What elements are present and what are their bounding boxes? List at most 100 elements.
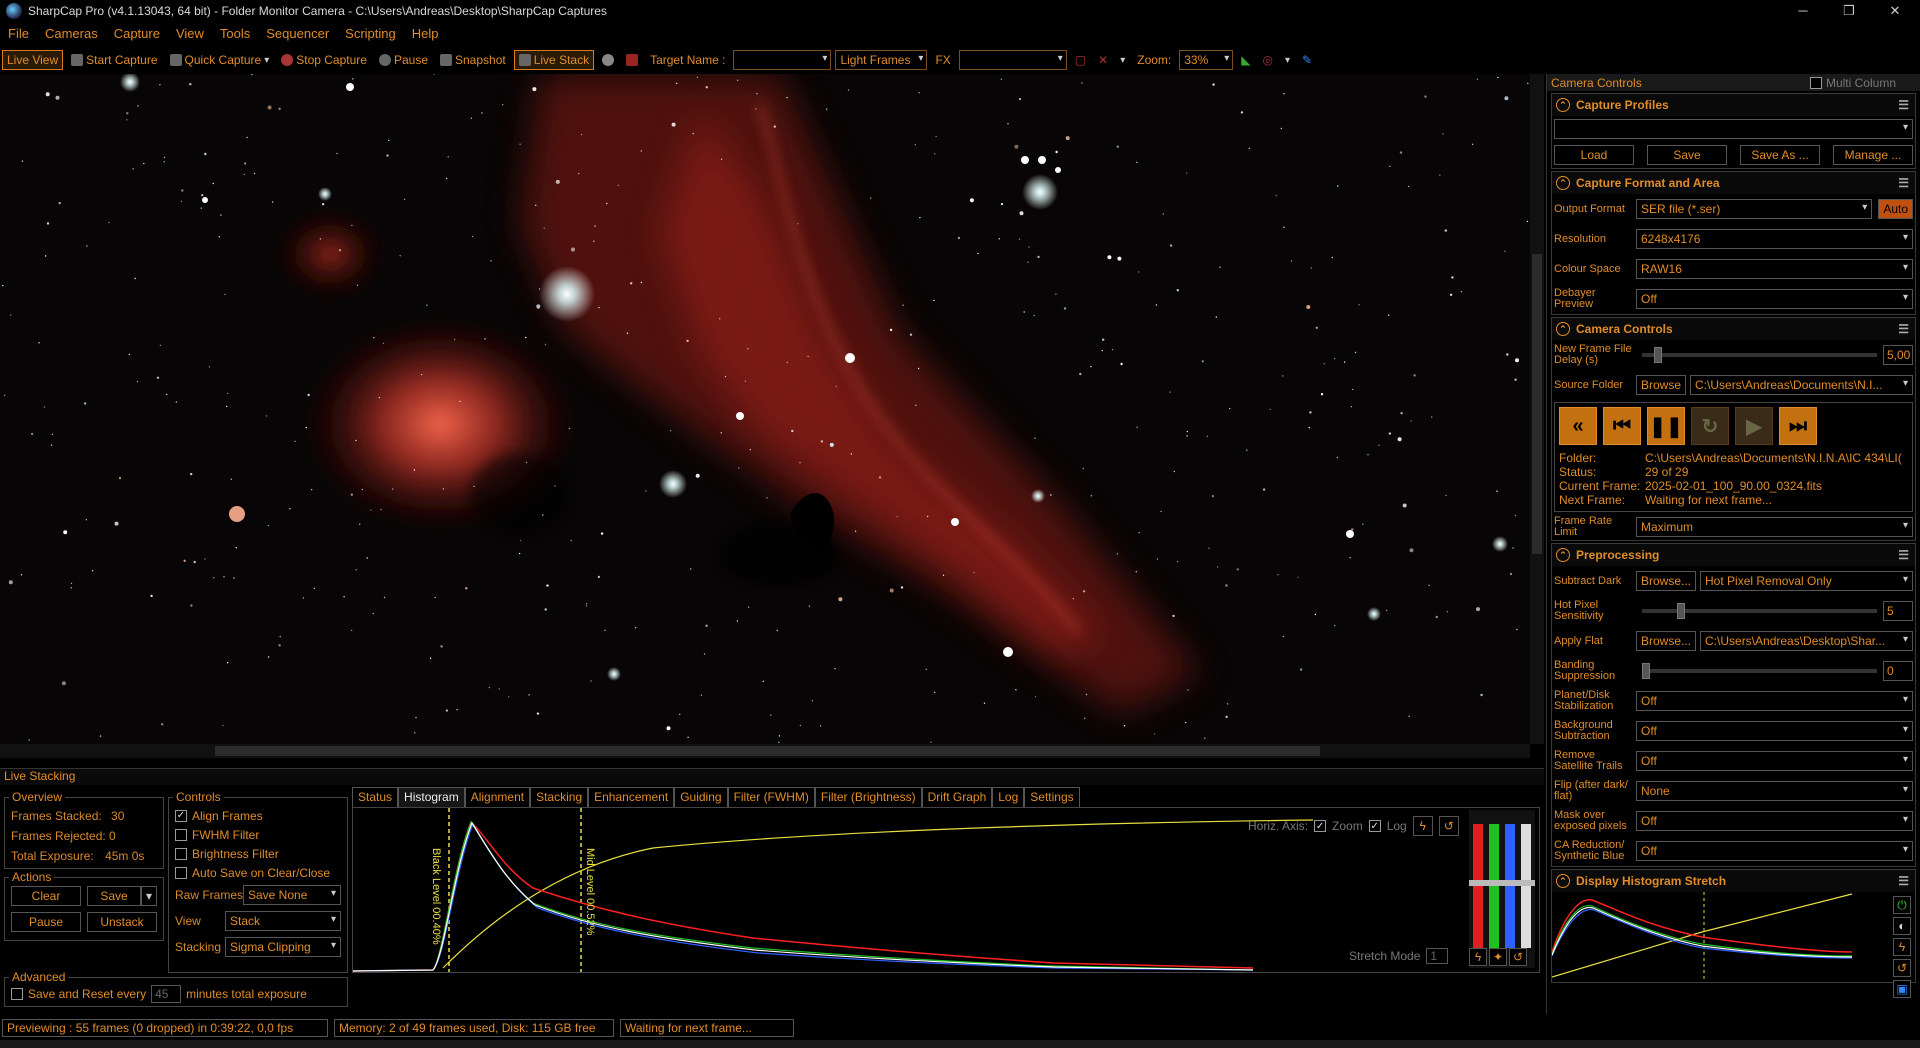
tab-filter-fwhm[interactable]: Filter (FWHM) xyxy=(727,787,815,807)
contrast-icon[interactable]: ◐ xyxy=(1893,917,1911,935)
save-icon[interactable]: ▣ xyxy=(1893,980,1911,998)
debayer-select[interactable]: Off xyxy=(1636,289,1913,309)
multi-column-toggle[interactable]: Multi Column xyxy=(1809,76,1896,90)
collapse-icon[interactable]: ⌃ xyxy=(1556,176,1570,190)
tab-drift-graph[interactable]: Drift Graph xyxy=(921,787,993,807)
level-sliders[interactable] xyxy=(1469,810,1535,968)
lightning-icon[interactable]: ϟ xyxy=(1893,938,1911,956)
green-level-bar[interactable] xyxy=(1489,824,1499,948)
source-folder-select[interactable]: C:\Users\Andreas\Documents\N.I... xyxy=(1690,375,1913,395)
menu-scripting[interactable]: Scripting xyxy=(337,26,404,41)
align-frames-checkbox[interactable]: ✓ xyxy=(175,809,187,822)
save-stack-button[interactable]: Save xyxy=(87,886,141,906)
lightning-icon[interactable]: ϟ xyxy=(1469,948,1487,966)
delay-value[interactable]: 5,00 xyxy=(1883,345,1913,365)
stacking-select[interactable]: Sigma Clipping xyxy=(225,937,341,957)
menu-sequencer[interactable]: Sequencer xyxy=(258,26,337,41)
banding-value[interactable]: 0 xyxy=(1883,661,1913,681)
collapse-icon[interactable]: ⌃ xyxy=(1556,874,1570,888)
level-handle[interactable] xyxy=(1469,880,1535,886)
profile-select[interactable] xyxy=(1554,119,1913,139)
tab-settings[interactable]: Settings xyxy=(1024,787,1080,807)
frame-rate-select[interactable]: Maximum xyxy=(1636,517,1913,537)
multi-column-checkbox[interactable] xyxy=(1809,76,1822,89)
menu-help[interactable]: Help xyxy=(404,26,447,41)
brightness-filter-checkbox[interactable] xyxy=(175,847,187,860)
save-profile-button[interactable]: Save xyxy=(1647,145,1727,165)
menu-capture[interactable]: Capture xyxy=(106,26,168,41)
delay-slider[interactable] xyxy=(1642,347,1877,363)
rewind-button[interactable]: « xyxy=(1559,407,1597,445)
section-header[interactable]: ⌃ Capture Format and Area ☰ xyxy=(1552,172,1915,194)
section-header[interactable]: ⌃ Camera Controls ☰ xyxy=(1552,318,1915,340)
menu-tools[interactable]: Tools xyxy=(212,26,258,41)
banding-slider[interactable] xyxy=(1642,663,1877,679)
tab-filter-brightness[interactable]: Filter (Brightness) xyxy=(814,787,922,807)
maximize-button[interactable]: ❐ xyxy=(1826,0,1872,22)
luminance-level-bar[interactable] xyxy=(1521,824,1531,948)
restart-button[interactable]: ↻ xyxy=(1691,407,1729,445)
menu-icon[interactable]: ☰ xyxy=(1898,176,1909,190)
section-header[interactable]: ⌃ Display Histogram Stretch ☰ xyxy=(1552,870,1915,892)
slider-knob[interactable] xyxy=(1642,663,1650,679)
autosave-checkbox[interactable] xyxy=(175,866,187,879)
play-button[interactable]: ▶ xyxy=(1735,407,1773,445)
tab-guiding[interactable]: Guiding xyxy=(674,787,728,807)
histogram-icon[interactable]: ◣ xyxy=(1237,51,1254,69)
save-reset-checkbox[interactable] xyxy=(11,987,23,1000)
tab-alignment[interactable]: Alignment xyxy=(464,787,531,807)
slider-knob[interactable] xyxy=(1677,603,1686,619)
image-vertical-scrollbar[interactable] xyxy=(1530,74,1544,744)
apply-flat-select[interactable]: C:\Users\Andreas\Desktop\Shar... xyxy=(1700,631,1913,651)
start-capture-button[interactable]: Start Capture xyxy=(67,51,161,69)
grid-icon[interactable]: ▢ xyxy=(1071,51,1090,69)
flip-select[interactable]: None xyxy=(1636,781,1913,801)
fits-icon[interactable] xyxy=(622,52,642,68)
log-checkbox[interactable]: ✓ xyxy=(1368,820,1381,832)
load-profile-button[interactable]: Load xyxy=(1554,145,1634,165)
zoom-select[interactable]: 33% xyxy=(1179,50,1234,70)
target-name-input[interactable] xyxy=(733,50,832,70)
power-icon[interactable]: ⏻ xyxy=(1893,896,1911,914)
manage-profiles-button[interactable]: Manage ... xyxy=(1833,145,1913,165)
stretch-histogram[interactable]: ⏻ ◐ ϟ ↺ ▣ xyxy=(1552,892,1915,998)
skip-forward-button[interactable]: ⏭ xyxy=(1779,407,1817,445)
chevron-down-icon[interactable]: ▾ xyxy=(1281,53,1294,68)
tab-stacking[interactable]: Stacking xyxy=(530,787,589,807)
close-button[interactable]: ✕ xyxy=(1872,0,1918,22)
menu-icon[interactable]: ☰ xyxy=(1898,548,1909,562)
snapshot-button[interactable]: Snapshot xyxy=(436,51,510,69)
satellite-select[interactable]: Off xyxy=(1636,751,1913,771)
hot-pixel-value[interactable]: 5 xyxy=(1883,601,1913,621)
section-header[interactable]: ⌃ Preprocessing ☰ xyxy=(1552,544,1915,566)
chevron-down-icon[interactable]: ▾ xyxy=(1116,53,1129,68)
browse-dark-button[interactable]: Browse... xyxy=(1636,571,1697,591)
save-as-profile-button[interactable]: Save As ... xyxy=(1740,145,1820,165)
hot-pixel-slider[interactable] xyxy=(1642,603,1877,619)
section-header[interactable]: ⌃ Capture Profiles ☰ xyxy=(1552,94,1915,116)
skip-back-button[interactable]: ⏮ xyxy=(1603,407,1641,445)
reset-icon[interactable]: ↺ xyxy=(1438,816,1459,836)
fx-select[interactable] xyxy=(958,50,1067,70)
planet-select[interactable]: Off xyxy=(1636,691,1913,711)
pause-stack-button[interactable]: Pause xyxy=(11,912,81,932)
tab-enhancement[interactable]: Enhancement xyxy=(588,787,675,807)
live-stack-button[interactable]: Live Stack xyxy=(513,50,595,70)
subtract-dark-select[interactable]: Hot Pixel Removal Only xyxy=(1700,571,1913,591)
tab-histogram[interactable]: Histogram xyxy=(398,787,465,807)
pause-playback-button[interactable]: ❚❚ xyxy=(1647,407,1685,445)
tab-log[interactable]: Log xyxy=(992,787,1025,807)
raw-frames-select[interactable]: Save None xyxy=(243,885,341,905)
stretch-mode-value[interactable]: 1 xyxy=(1426,948,1449,964)
minutes-input[interactable]: 45 xyxy=(151,984,182,1003)
star-icon[interactable]: ✦ xyxy=(1489,948,1507,966)
auto-button[interactable]: Auto xyxy=(1878,199,1913,219)
reset-icon[interactable]: ↺ xyxy=(1893,959,1911,977)
fwhm-filter-checkbox[interactable] xyxy=(175,828,187,841)
zoom-checkbox[interactable]: ✓ xyxy=(1314,820,1327,832)
minimize-button[interactable]: ─ xyxy=(1780,0,1826,22)
blue-level-bar[interactable] xyxy=(1505,824,1515,948)
ca-select[interactable]: Off xyxy=(1636,841,1913,861)
reticle-icon[interactable] xyxy=(598,52,618,68)
menu-icon[interactable]: ☰ xyxy=(1898,874,1909,888)
